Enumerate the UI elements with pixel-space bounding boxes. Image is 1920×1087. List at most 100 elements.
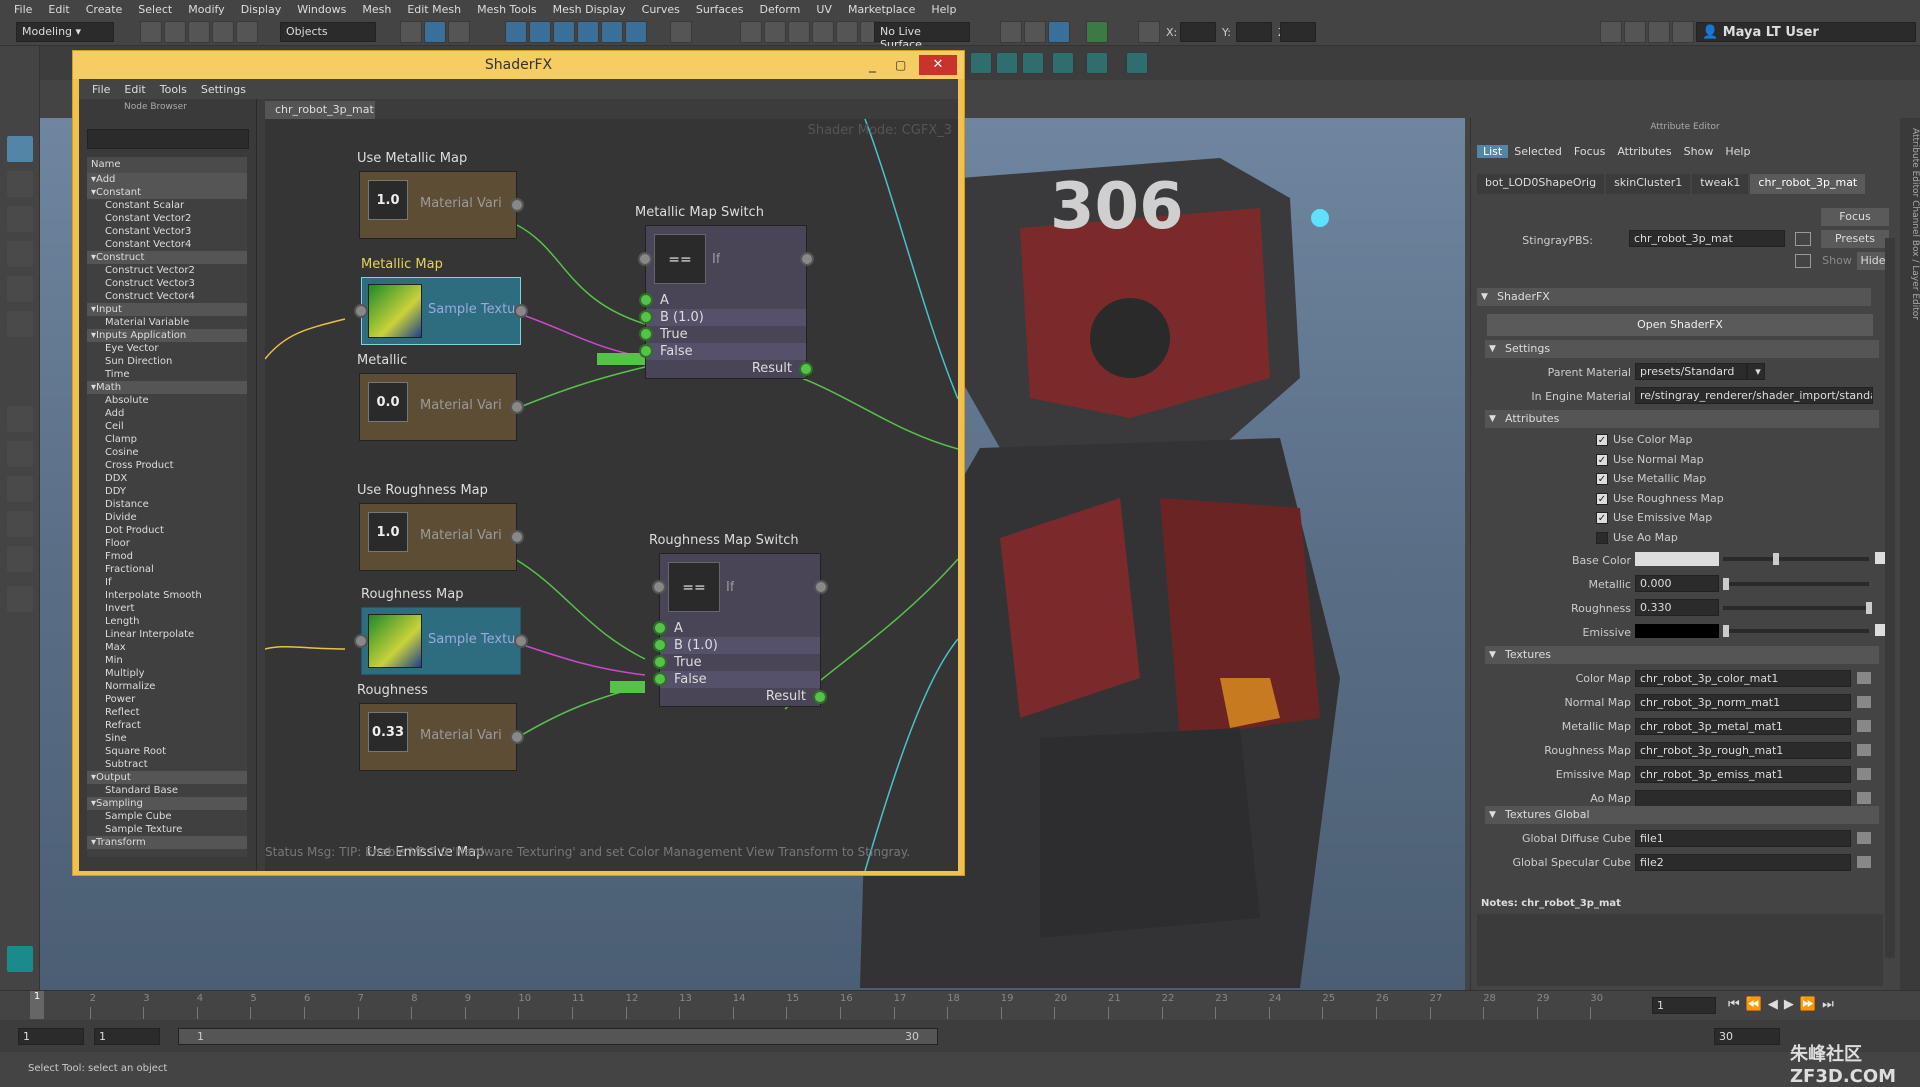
mode-dropdown[interactable]: Modeling ▾ xyxy=(16,22,114,42)
lasso-tool-icon[interactable] xyxy=(7,171,33,197)
file-browse-icon[interactable] xyxy=(1857,696,1871,708)
menu-mesh-display[interactable]: Mesh Display xyxy=(545,3,634,16)
base-color-slider[interactable] xyxy=(1723,557,1869,561)
output-port-result[interactable] xyxy=(813,690,827,704)
transform-icon[interactable] xyxy=(1138,21,1160,43)
snap-surface-icon[interactable] xyxy=(577,21,599,43)
roughness-field[interactable]: 0.330 xyxy=(1635,599,1719,616)
texture-field[interactable]: chr_robot_3p_rough_mat1 xyxy=(1635,742,1851,759)
show-button[interactable]: Show xyxy=(1821,252,1853,270)
node-list-item[interactable]: Linear Interpolate xyxy=(87,628,247,641)
input-connection-icon[interactable] xyxy=(1795,232,1811,246)
node-use-roughness-map[interactable]: 1.0 Material Vari xyxy=(359,503,524,571)
input-port[interactable] xyxy=(354,304,368,318)
menu-display[interactable]: Display xyxy=(233,3,290,16)
node-list-item[interactable]: Material Variable xyxy=(87,316,247,329)
input-port-false[interactable] xyxy=(639,344,653,358)
node-list-item[interactable]: Dot Product xyxy=(87,524,247,537)
node-list-item[interactable]: Reflect xyxy=(87,706,247,719)
node-list-item[interactable]: Sample Cube xyxy=(87,810,247,823)
ae-menu-help[interactable]: Help xyxy=(1719,145,1756,158)
node-list-item[interactable]: Square Root xyxy=(87,745,247,758)
file-browse-icon[interactable] xyxy=(1857,792,1871,804)
layout-more-icon[interactable] xyxy=(7,586,33,612)
node-list-item[interactable]: Fractional xyxy=(87,563,247,576)
node-list-item[interactable]: Absolute xyxy=(87,394,247,407)
redo-icon[interactable] xyxy=(236,21,258,43)
scale-tool-icon[interactable] xyxy=(7,311,33,337)
menu-edit[interactable]: Edit xyxy=(40,3,77,16)
menu-help[interactable]: Help xyxy=(923,3,964,16)
node-list-item[interactable]: Constant Vector4 xyxy=(87,238,247,251)
list-header-name[interactable]: Name xyxy=(87,157,247,173)
ae-menu-list[interactable]: List xyxy=(1477,144,1509,158)
node-list-item[interactable]: Sine xyxy=(87,732,247,745)
construction-history-icon[interactable] xyxy=(764,21,786,43)
outliner-icon[interactable] xyxy=(1648,21,1670,43)
node-list-item[interactable]: ▾Constant xyxy=(87,186,247,199)
presets-button[interactable]: Presets xyxy=(1821,230,1889,248)
output-connection-icon[interactable] xyxy=(1795,254,1811,268)
menu-surfaces[interactable]: Surfaces xyxy=(688,3,752,16)
node-list-item[interactable]: ▾Inputs Application xyxy=(87,329,247,342)
persp-outliner-icon[interactable] xyxy=(7,546,33,572)
input-port[interactable] xyxy=(354,634,368,648)
lock-icon[interactable] xyxy=(670,21,692,43)
output-port-result[interactable] xyxy=(799,362,813,376)
render-view-icon[interactable] xyxy=(1024,21,1046,43)
node-list-item[interactable]: Multiply xyxy=(87,667,247,680)
node-roughness-switch[interactable]: == If A B (1.0) True False Result xyxy=(652,553,828,707)
node-list-item[interactable]: ▾Add xyxy=(87,173,247,186)
node-metallic-map[interactable]: Sample Textu xyxy=(354,277,528,345)
sfx-menu-settings[interactable]: Settings xyxy=(194,83,253,96)
single-view-icon[interactable] xyxy=(7,406,33,432)
menu-deform[interactable]: Deform xyxy=(751,3,808,16)
channel-icon[interactable] xyxy=(1672,21,1694,43)
select-tool-icon[interactable] xyxy=(7,136,33,162)
output-port[interactable] xyxy=(814,580,828,594)
snap-grid-icon[interactable] xyxy=(505,21,527,43)
texture-field[interactable]: chr_robot_3p_norm_mat1 xyxy=(1635,694,1851,711)
section-attributes[interactable]: Attributes xyxy=(1485,410,1879,428)
file-browse-icon[interactable] xyxy=(1857,672,1871,684)
history-icon[interactable] xyxy=(740,21,762,43)
ae-menu-attributes[interactable]: Attributes xyxy=(1611,145,1677,158)
node-list-item[interactable]: Fmod xyxy=(87,550,247,563)
roughness-slider[interactable] xyxy=(1723,606,1869,610)
global-texture-field[interactable]: file1 xyxy=(1635,830,1851,847)
node-list-item[interactable]: Construct Vector2 xyxy=(87,264,247,277)
select-hierarchy-icon[interactable] xyxy=(400,21,422,43)
sfx-menu-file[interactable]: File xyxy=(85,83,117,96)
node-metallic-switch[interactable]: == If A B (1.0) True False Result xyxy=(638,225,814,379)
menu-create[interactable]: Create xyxy=(78,3,131,16)
node-list-item[interactable]: Floor xyxy=(87,537,247,550)
file-browse-icon[interactable] xyxy=(1857,856,1871,868)
open-shaderfx-button[interactable]: Open ShaderFX xyxy=(1487,314,1873,336)
input-port-true[interactable] xyxy=(639,327,653,341)
start-time-field[interactable]: 1 xyxy=(18,1028,84,1045)
node-search-input[interactable] xyxy=(87,129,249,149)
metallic-field[interactable]: 0.000 xyxy=(1635,575,1719,592)
emissive-slider[interactable] xyxy=(1723,629,1869,633)
minimize-icon[interactable]: _ xyxy=(869,51,876,79)
output-port[interactable] xyxy=(510,400,524,414)
node-list-item[interactable]: Cross Product xyxy=(87,459,247,472)
node-list-item[interactable]: DDX xyxy=(87,472,247,485)
emissive-swatch[interactable] xyxy=(1635,624,1719,638)
node-list-item[interactable]: ▾Output xyxy=(87,771,247,784)
time-slider[interactable]: 1234567891011121314151617181920212223242… xyxy=(0,990,1920,1020)
node-list-item[interactable]: Min xyxy=(87,654,247,667)
node-roughness-map[interactable]: Sample Textu xyxy=(354,607,528,675)
live-surface-field[interactable]: No Live Surface xyxy=(874,22,970,51)
input-port-b[interactable] xyxy=(639,310,653,324)
shelf-tool-icon-4[interactable] xyxy=(1052,52,1074,74)
end-time-field[interactable]: 30 xyxy=(1714,1028,1780,1045)
output-port[interactable] xyxy=(510,198,524,212)
parent-material-dropdown[interactable]: presets/Standard xyxy=(1635,363,1747,380)
focus-button[interactable]: Focus xyxy=(1821,208,1889,226)
selection-mode-dropdown[interactable]: Objects xyxy=(280,22,376,42)
in-engine-field[interactable]: re/stingray_renderer/shader_import/stand… xyxy=(1635,387,1873,404)
node-list-item[interactable]: ▾Math xyxy=(87,381,247,394)
user-account-dropdown[interactable]: 👤 Maya LT User xyxy=(1696,22,1916,42)
node-list-item[interactable]: Ceil xyxy=(87,420,247,433)
